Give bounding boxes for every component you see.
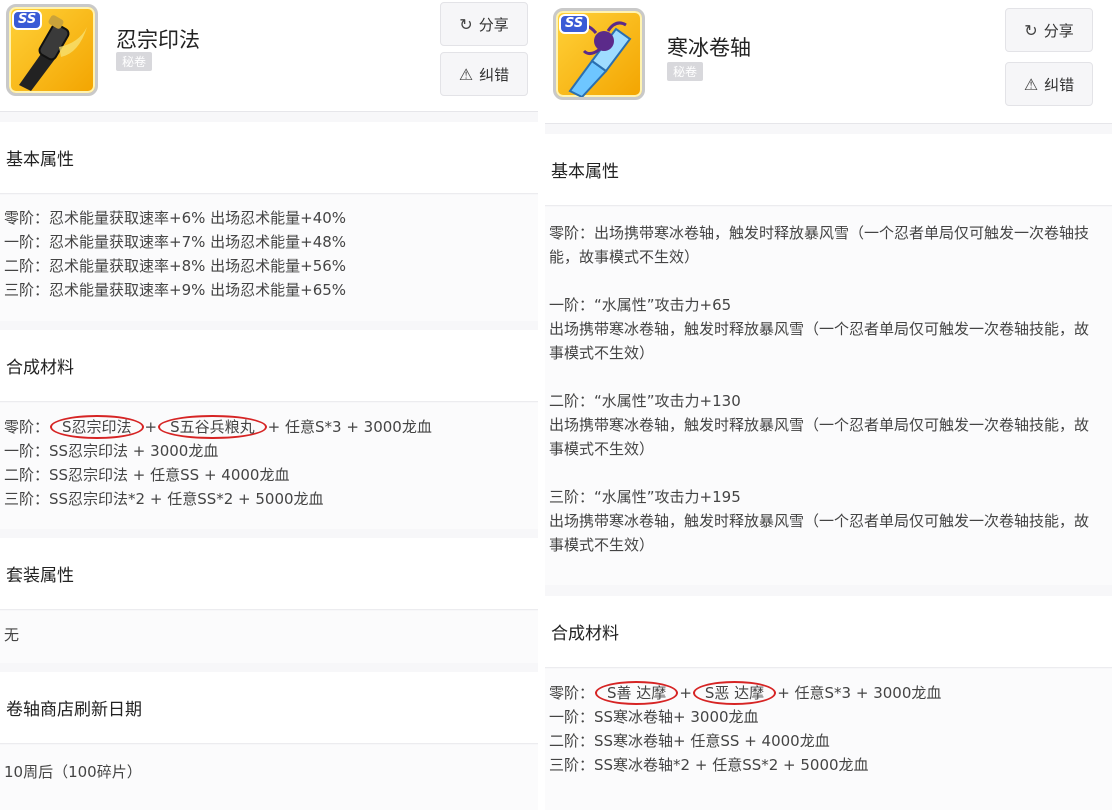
warning-icon: ⚠ — [458, 64, 474, 84]
attr-line: 零阶：忍术能量获取速率+6% 出场忍术能量+40% — [4, 209, 347, 227]
circled-material: S恶 达摩 — [692, 681, 777, 705]
item-name: 寒冰卷轴 — [667, 36, 751, 60]
plus-sign: + — [144, 418, 158, 436]
item-tag: 秘卷 — [116, 52, 153, 71]
ss-badge: SS — [12, 10, 43, 30]
report-error-button[interactable]: ⚠ 纠错 — [440, 52, 528, 96]
basic-attributes-body: 零阶：出场携带寒冰卷轴，触发时释放暴风雪（一个忍者单局仅可触发一次卷轴技能，故事… — [545, 207, 1112, 585]
synth-line: 三阶：SS寒冰卷轴*2 + 任意SS*2 + 5000龙血 — [549, 756, 869, 774]
attr-line: 三阶：忍术能量获取速率+9% 出场忍术能量+65% — [4, 281, 347, 299]
circled-material: S善 达摩 — [595, 681, 679, 705]
attr-paragraph: 一阶：“水属性”攻击力+65 出场携带寒冰卷轴，触发时释放暴风雪（一个忍者单局仅… — [549, 296, 1090, 362]
item-name: 忍宗印法 — [116, 28, 200, 52]
right-item-card: SS 寒冰卷轴 秘卷 ↻ 分享 ⚠ 纠错 基本属性 零阶：出场携带寒冰卷轴，触发… — [545, 0, 1112, 810]
report-label: 纠错 — [479, 65, 510, 84]
warning-icon: ⚠ — [1023, 74, 1039, 94]
attr-paragraph: 二阶：“水属性”攻击力+130 出场携带寒冰卷轴，触发时释放暴风雪（一个忍者单局… — [549, 392, 1090, 458]
attr-line: 一阶：忍术能量获取速率+7% 出场忍术能量+48% — [4, 233, 347, 251]
circled-material: S五谷兵粮丸 — [158, 415, 267, 439]
attr-line: 二阶：忍术能量获取速率+8% 出场忍术能量+56% — [4, 257, 347, 275]
item-icon: SS — [6, 4, 98, 96]
item-header: SS 寒冰卷轴 秘卷 ↻ 分享 ⚠ 纠错 — [545, 0, 1112, 124]
item-tag: 秘卷 — [667, 62, 704, 81]
synth-line: 零阶： S忍宗印法 + S五谷兵粮丸 + 任意S*3 + 3000龙血 — [4, 415, 538, 439]
item-icon: SS — [553, 8, 645, 100]
share-icon: ↻ — [1024, 20, 1038, 40]
shop-refresh-body: 10周后（100碎片） — [0, 745, 538, 810]
synth-materials-body: 零阶： S忍宗印法 + S五谷兵粮丸 + 任意S*3 + 3000龙血 一阶：SS忍宗印… — [0, 403, 538, 529]
synth-materials-body: 零阶： S善 达摩 + S恶 达摩 + 任意S*3 + 3000龙血 一阶：SS寒冰卷轴… — [545, 669, 1112, 810]
synth-materials-title: 合成材料 — [545, 596, 1112, 668]
basic-attributes-body: 零阶：忍术能量获取速率+6% 出场忍术能量+40% 一阶：忍术能量获取速率+7%… — [0, 195, 538, 321]
synth-line: 零阶： S善 达摩 + S恶 达摩 + 任意S*3 + 3000龙血 — [549, 681, 1112, 705]
attr-paragraph: 零阶：出场携带寒冰卷轴，触发时释放暴风雪（一个忍者单局仅可触发一次卷轴技能，故事… — [549, 224, 1090, 266]
circled-material: S忍宗印法 — [50, 415, 144, 439]
basic-attributes-title: 基本属性 — [0, 122, 538, 194]
share-icon: ↻ — [459, 14, 473, 34]
synth-materials-title: 合成材料 — [0, 330, 538, 402]
synth-prefix: 零阶： — [4, 418, 50, 436]
set-value: 无 — [4, 626, 20, 644]
basic-attributes-title: 基本属性 — [545, 134, 1112, 206]
item-header: SS 忍宗印法 秘卷 ↻ 分享 ⚠ 纠错 — [0, 0, 538, 112]
plus-sign: + — [679, 684, 692, 702]
shop-refresh-title: 卷轴商店刷新日期 — [0, 672, 538, 744]
synth-suffix: + 任意S*3 + 3000龙血 — [777, 684, 942, 702]
set-attributes-title: 套装属性 — [0, 538, 538, 610]
synth-line: 一阶：SS忍宗印法 + 3000龙血 — [4, 442, 219, 460]
report-error-button[interactable]: ⚠ 纠错 — [1005, 62, 1093, 106]
synth-line: 一阶：SS寒冰卷轴+ 3000龙血 — [549, 708, 759, 726]
report-label: 纠错 — [1044, 75, 1075, 94]
share-button[interactable]: ↻ 分享 — [1005, 8, 1093, 52]
attr-paragraph: 三阶：“水属性”攻击力+195 出场携带寒冰卷轴，触发时释放暴风雪（一个忍者单局… — [549, 488, 1090, 554]
left-item-card: SS 忍宗印法 秘卷 ↻ 分享 ⚠ 纠错 基本属性 零阶：忍术能量获取速率+6%… — [0, 0, 538, 810]
shop-refresh-value: 10周后（100碎片） — [4, 763, 142, 781]
synth-line: 二阶：SS忍宗印法 + 任意SS + 4000龙血 — [4, 466, 290, 484]
synth-line: 二阶：SS寒冰卷轴+ 任意SS + 4000龙血 — [549, 732, 830, 750]
share-label: 分享 — [478, 15, 509, 34]
synth-prefix: 零阶： — [549, 684, 595, 702]
ss-badge: SS — [559, 14, 590, 34]
synth-suffix: + 任意S*3 + 3000龙血 — [267, 418, 432, 436]
set-attributes-body: 无 — [0, 611, 538, 663]
share-button[interactable]: ↻ 分享 — [440, 2, 528, 46]
share-label: 分享 — [1043, 21, 1074, 40]
synth-line: 三阶：SS忍宗印法*2 + 任意SS*2 + 5000龙血 — [4, 490, 324, 508]
